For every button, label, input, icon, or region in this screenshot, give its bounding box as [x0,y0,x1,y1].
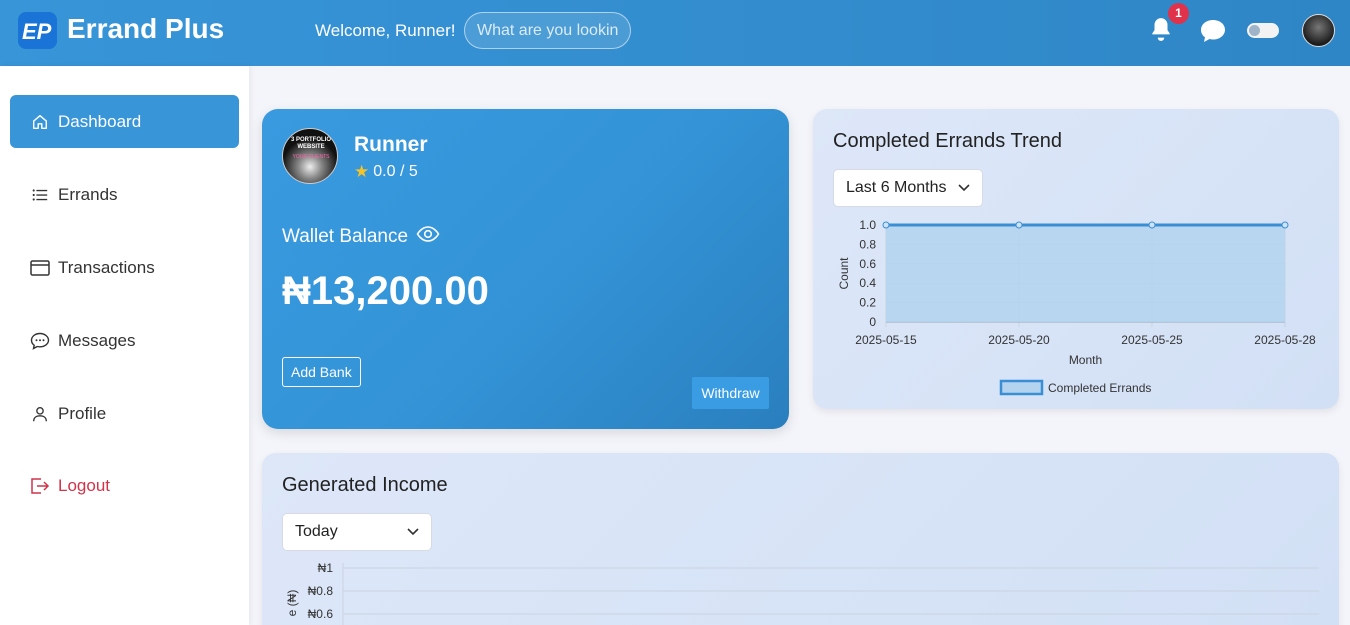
welcome-text: Welcome, Runner! [315,21,456,40]
x-tick-label: 2025-05-15 [855,333,917,347]
logout-icon [30,476,50,496]
errands-trend-chart: 0 0.2 0.4 0.6 0.8 1.0 2025-05-15 2025-05-20 2025… [837,218,1316,396]
toggle-knob [1249,25,1260,36]
sidebar-item-errands[interactable]: Errands [10,168,239,221]
star-icon: ★ [354,162,370,181]
chat-icon[interactable] [1199,18,1227,49]
brand-name[interactable]: Errand Plus [67,13,224,45]
data-point [882,221,890,229]
wallet-balance-label: Wallet Balance [282,225,440,249]
sidebar-item-logout[interactable]: Logout [10,459,239,512]
sidebar-item-messages[interactable]: Messages [10,314,239,367]
x-tick-label: 2025-05-25 [1121,333,1183,347]
x-tick-label: 2025-05-28 [1254,333,1316,347]
generated-income-card: Generated Income Today ₦1 ₦0.8 ₦0.6 e (₦) [262,453,1339,625]
y-tick-label: ₦0.6 [308,607,334,621]
y-tick-label: 0.4 [859,276,876,290]
avatar[interactable] [1302,14,1335,47]
y-tick-label: 0 [869,315,876,329]
add-bank-button[interactable]: Add Bank [282,357,361,387]
wallet-balance-text: Wallet Balance [282,226,409,247]
data-point [1148,221,1156,229]
x-axis-label: Month [1069,353,1102,367]
runner-name: Runner [354,133,428,156]
logo-icon[interactable]: EP [18,12,57,49]
list-icon [30,185,50,205]
home-icon [30,112,50,132]
data-point [1015,221,1023,229]
svg-text:EP: EP [22,19,52,44]
sidebar-item-label: Errands [58,184,118,204]
sidebar: Dashboard Errands Transactions Messages … [0,66,249,625]
user-icon [30,404,50,424]
wallet-card: 3 PORTFOLIO WEBSITE YOUR CLIENTS Runner … [262,109,789,429]
profile-picture-subcaption: YOUR CLIENTS [292,154,330,160]
sidebar-item-label: Profile [58,403,107,423]
y-tick-label: 0.6 [859,257,876,271]
wallet-amount: ₦13,200.00 [282,269,489,313]
rating-value: 0.0 / 5 [373,163,418,180]
runner-rating: ★ 0.0 / 5 [354,162,418,182]
y-tick-label: 0.2 [859,296,876,310]
top-header: EP Errand Plus Welcome, Runner! 1 [0,0,1350,66]
chat-bubble-icon [30,331,50,351]
sidebar-item-transactions[interactable]: Transactions [10,241,239,294]
theme-toggle[interactable] [1247,23,1279,38]
sidebar-item-dashboard[interactable]: Dashboard [10,95,239,148]
notification-badge: 1 [1168,3,1189,24]
profile-picture-caption: 3 PORTFOLIO WEBSITE [290,137,331,150]
eye-icon[interactable] [416,225,440,249]
series-area [886,225,1285,322]
legend-swatch [999,379,1044,396]
data-point [1281,221,1289,229]
y-axis-label: e (₦) [285,590,299,617]
y-tick-label: 1.0 [859,218,876,232]
y-axis-label: Count [837,257,851,290]
legend-label: Completed Errands [1048,381,1151,395]
sidebar-item-profile[interactable]: Profile [10,387,239,440]
y-tick-label: ₦0.8 [308,584,334,598]
income-chart: ₦1 ₦0.8 ₦0.6 e (₦) [285,561,1319,625]
wallet-icon [30,258,50,278]
withdraw-button[interactable]: Withdraw [692,377,769,409]
sidebar-item-label: Logout [58,475,110,495]
errands-trend-card: Completed Errands Trend Last 6 Months 00… [813,109,1339,409]
sidebar-item-label: Messages [58,330,136,350]
sidebar-item-label: Transactions [58,257,155,277]
y-tick-label: 0.8 [859,237,876,251]
profile-picture[interactable]: 3 PORTFOLIO WEBSITE YOUR CLIENTS [282,128,338,184]
x-tick-label: 2025-05-20 [988,333,1050,347]
search-input[interactable] [464,12,631,49]
sidebar-item-label: Dashboard [58,111,142,131]
y-tick-label: ₦1 [318,561,334,575]
